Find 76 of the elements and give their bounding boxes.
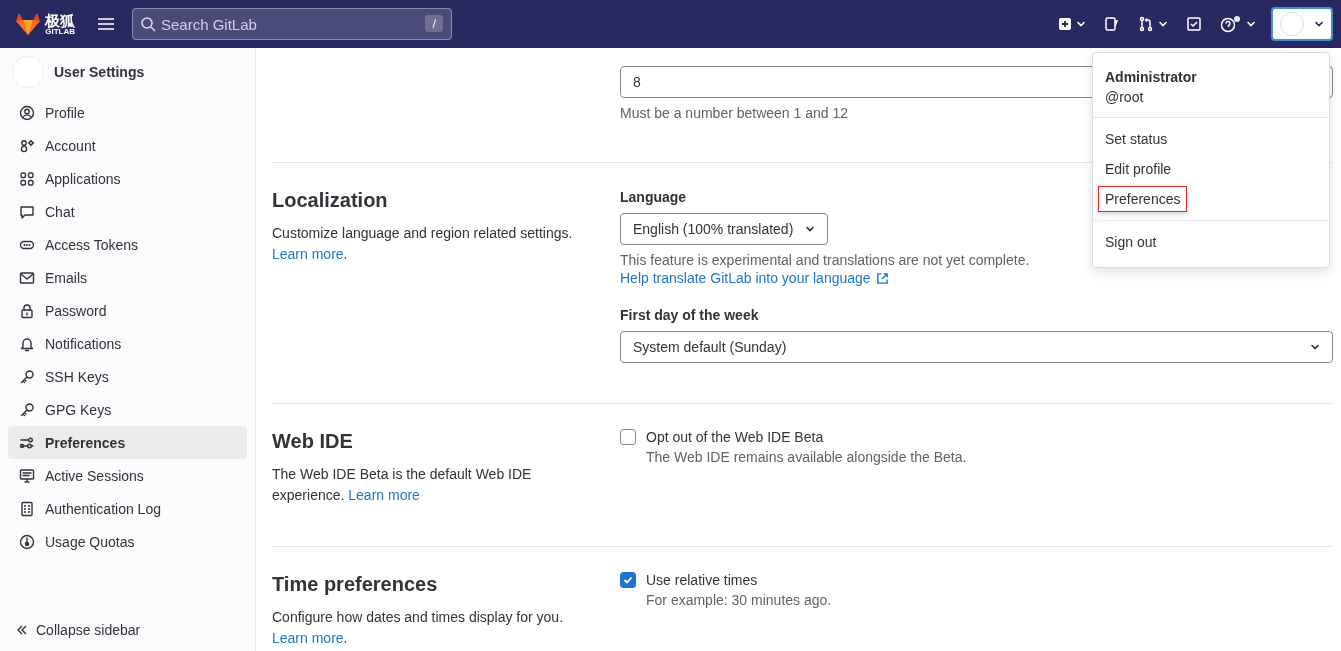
- help-text: This feature is experimental and translations are not yet complete.: [620, 251, 1030, 269]
- chat-icon: [19, 203, 35, 220]
- menu-item[interactable]: Preferences: [1098, 186, 1188, 212]
- caret-icon: [805, 224, 816, 234]
- sidebar-item[interactable]: Account: [8, 129, 247, 162]
- grid-icon: [19, 170, 35, 187]
- learn-more-link[interactable]: Learn more: [348, 487, 420, 503]
- section-title: Localization: [272, 188, 389, 213]
- caret-icon: [1246, 19, 1256, 29]
- collapse-sidebar-button[interactable]: Collapse sidebar: [8, 615, 247, 645]
- help-text: For example: 30 minutes ago.: [646, 591, 832, 609]
- section-title: Time preferences: [272, 572, 439, 597]
- caret-icon: [1314, 19, 1324, 29]
- link[interactable]: Help translate GitLab into your language: [620, 269, 889, 287]
- section-description: Configure how dates and times display for you. Learn more.: [272, 608, 565, 648]
- menu-button[interactable]: [97, 17, 115, 31]
- sidebar-item[interactable]: Chat: [8, 195, 247, 228]
- field-label: Language: [620, 188, 687, 207]
- key-icon: [19, 368, 35, 385]
- checkbox-label: Use relative times: [646, 571, 759, 589]
- mail-icon: [19, 269, 35, 286]
- caret-icon: [1310, 342, 1320, 352]
- sidebar-item[interactable]: Profile: [8, 96, 247, 129]
- checkbox[interactable]: [620, 429, 636, 445]
- shortcut-key: /: [425, 15, 443, 32]
- help-text: The Web IDE remains available alongside the Beta.: [646, 448, 967, 466]
- menu-item[interactable]: Edit profile: [1098, 156, 1179, 182]
- lock-icon: [19, 302, 35, 319]
- sidebar-item[interactable]: Applications: [8, 162, 247, 195]
- external-link-icon: [875, 271, 889, 285]
- sidebar-item[interactable]: Notifications: [8, 327, 247, 360]
- menu-item[interactable]: Sign out: [1098, 229, 1164, 255]
- sidebar-item[interactable]: GPG Keys: [8, 393, 247, 426]
- caret-icon: [1158, 19, 1168, 29]
- sidebar-item[interactable]: Password: [8, 294, 247, 327]
- sidebar-item[interactable]: Active Sessions: [8, 459, 247, 492]
- sidebar-item[interactable]: Usage Quotas: [8, 525, 247, 558]
- quota-icon: [19, 533, 35, 550]
- menu-item[interactable]: Set status: [1098, 126, 1175, 152]
- user-icon: [19, 104, 35, 121]
- fox-logo-icon[interactable]: [15, 11, 41, 37]
- field-label: First day of the week: [620, 306, 759, 325]
- checkbox-icon: [1186, 16, 1202, 32]
- user-name: Administrator: [1105, 69, 1198, 85]
- user-menu-button[interactable]: [1271, 7, 1333, 41]
- section-description: The Web IDE Beta is the default Web IDE experience. Learn more: [272, 465, 533, 505]
- select-dropdown[interactable]: System default (Sunday): [620, 331, 1333, 363]
- plus-square-icon: [1058, 17, 1072, 31]
- checkbox[interactable]: [620, 572, 636, 588]
- log-icon: [19, 500, 35, 517]
- menu-icon: [97, 17, 115, 31]
- logo-text: 极狐: [45, 12, 75, 28]
- help-text: Must be a number between 1 and 12: [620, 104, 849, 122]
- sidebar-title: User Settings: [54, 64, 145, 80]
- section-description: Customize language and region related settings. Learn more.: [272, 224, 574, 264]
- user-gear-icon: [19, 137, 35, 154]
- search-icon: [140, 16, 156, 32]
- key-icon: [19, 401, 35, 418]
- sidebar-item[interactable]: Preferences: [8, 426, 247, 459]
- monitor-icon: [19, 467, 35, 484]
- section-title: Web IDE: [272, 429, 354, 454]
- double-chevron-icon: [16, 624, 28, 636]
- learn-more-link[interactable]: Learn more: [272, 246, 344, 262]
- bell-icon: [19, 335, 35, 352]
- sidebar-item[interactable]: Access Tokens: [8, 228, 247, 261]
- checkbox-label: Opt out of the Web IDE Beta: [646, 428, 825, 446]
- merge-request-icon: [1138, 16, 1154, 32]
- learn-more-link[interactable]: Learn more: [272, 630, 344, 646]
- caret-icon: [1076, 19, 1086, 29]
- sidebar-item[interactable]: Emails: [8, 261, 247, 294]
- sidebar-item[interactable]: Authentication Log: [8, 492, 247, 525]
- check-icon: [623, 575, 633, 585]
- help-icon: [1220, 15, 1242, 33]
- issues-icon: [1104, 16, 1120, 32]
- select-dropdown[interactable]: English (100% translated): [620, 213, 829, 245]
- sidebar-item[interactable]: SSH Keys: [8, 360, 247, 393]
